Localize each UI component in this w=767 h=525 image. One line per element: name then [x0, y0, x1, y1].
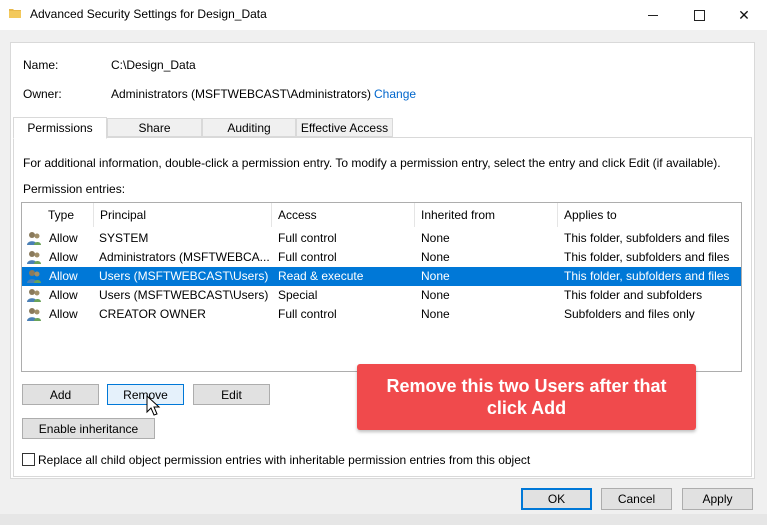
mouse-cursor-icon — [146, 395, 161, 416]
replace-child-permissions-label: Replace all child object permission entr… — [38, 453, 531, 467]
table-row[interactable]: Allow Users (MSFTWEBCAST\Users) Special … — [22, 286, 741, 305]
row-applies-to: This folder, subfolders and files — [564, 269, 730, 283]
folder-icon — [9, 9, 21, 18]
row-access: Special — [278, 288, 318, 302]
enable-inheritance-button[interactable]: Enable inheritance — [22, 418, 155, 439]
column-header-type[interactable]: Type — [42, 203, 94, 227]
minimize-icon[interactable] — [630, 0, 676, 30]
row-access: Full control — [278, 307, 337, 321]
add-button[interactable]: Add — [22, 384, 99, 405]
row-applies-to: This folder and subfolders — [564, 288, 703, 302]
name-label: Name: — [23, 58, 59, 72]
tab-share[interactable]: Share — [107, 118, 202, 137]
cancel-button[interactable]: Cancel — [601, 488, 672, 510]
ok-button[interactable]: OK — [521, 488, 592, 510]
permissions-description: For additional information, double-click… — [23, 156, 721, 170]
user-group-icon — [27, 308, 41, 321]
row-principal: Users (MSFTWEBCAST\Users) — [99, 288, 269, 302]
row-inherited-from: None — [421, 231, 450, 245]
column-header-access[interactable]: Access — [272, 203, 415, 227]
row-applies-to: Subfolders and files only — [564, 307, 695, 321]
row-inherited-from: None — [421, 250, 450, 264]
apply-button[interactable]: Apply — [682, 488, 753, 510]
table-row[interactable]: Allow CREATOR OWNER Full control None Su… — [22, 305, 741, 324]
list-header: Type Principal Access Inherited from App… — [22, 203, 741, 227]
row-access: Full control — [278, 231, 337, 245]
name-value: C:\Design_Data — [111, 58, 196, 72]
column-header-principal[interactable]: Principal — [94, 203, 272, 227]
owner-label: Owner: — [23, 87, 62, 101]
replace-child-permissions-checkbox[interactable] — [22, 453, 35, 466]
edit-button[interactable]: Edit — [193, 384, 270, 405]
row-type: Allow — [49, 231, 78, 245]
permission-entries-list[interactable]: Type Principal Access Inherited from App… — [21, 202, 742, 372]
row-principal: CREATOR OWNER — [99, 307, 206, 321]
tab-effective-access[interactable]: Effective Access — [296, 118, 393, 137]
table-row[interactable]: Allow SYSTEM Full control None This fold… — [22, 229, 741, 248]
row-type: Allow — [49, 269, 78, 283]
row-principal: Administrators (MSFTWEBCA... — [99, 250, 269, 264]
user-group-icon — [27, 289, 41, 302]
row-type: Allow — [49, 288, 78, 302]
table-row[interactable]: Allow Administrators (MSFTWEBCA... Full … — [22, 248, 741, 267]
row-inherited-from: None — [421, 288, 450, 302]
user-group-icon — [27, 232, 41, 245]
callout-line-1: Remove this two Users after that — [386, 376, 667, 396]
close-icon[interactable]: ✕ — [721, 0, 767, 30]
owner-value: Administrators (MSFTWEBCAST\Administrato… — [111, 87, 372, 101]
instruction-callout: Remove this two Users after that click A… — [357, 364, 696, 430]
row-applies-to: This folder, subfolders and files — [564, 250, 730, 264]
window-title: Advanced Security Settings for Design_Da… — [30, 7, 267, 21]
row-principal: Users (MSFTWEBCAST\Users) — [99, 269, 269, 283]
row-type: Allow — [49, 250, 78, 264]
row-principal: SYSTEM — [99, 231, 149, 245]
taskbar-edge — [0, 514, 767, 525]
row-type: Allow — [49, 307, 78, 321]
maximize-icon[interactable] — [676, 0, 722, 30]
tab-permissions[interactable]: Permissions — [13, 117, 107, 139]
change-owner-link[interactable]: Change — [374, 87, 416, 101]
row-access: Read & execute — [278, 269, 364, 283]
column-header-applies-to[interactable]: Applies to — [558, 203, 741, 227]
row-inherited-from: None — [421, 307, 450, 321]
table-row-selected[interactable]: Allow Users (MSFTWEBCAST\Users) Read & e… — [22, 267, 741, 286]
user-group-icon — [27, 270, 41, 283]
callout-line-2: click Add — [486, 398, 567, 418]
title-bar: Advanced Security Settings for Design_Da… — [0, 0, 767, 30]
column-header-inherited-from[interactable]: Inherited from — [415, 203, 558, 227]
row-access: Full control — [278, 250, 337, 264]
tab-auditing[interactable]: Auditing — [202, 118, 296, 137]
row-applies-to: This folder, subfolders and files — [564, 231, 730, 245]
permission-entries-label: Permission entries: — [23, 182, 126, 196]
user-group-icon — [27, 251, 41, 264]
row-inherited-from: None — [421, 269, 450, 283]
